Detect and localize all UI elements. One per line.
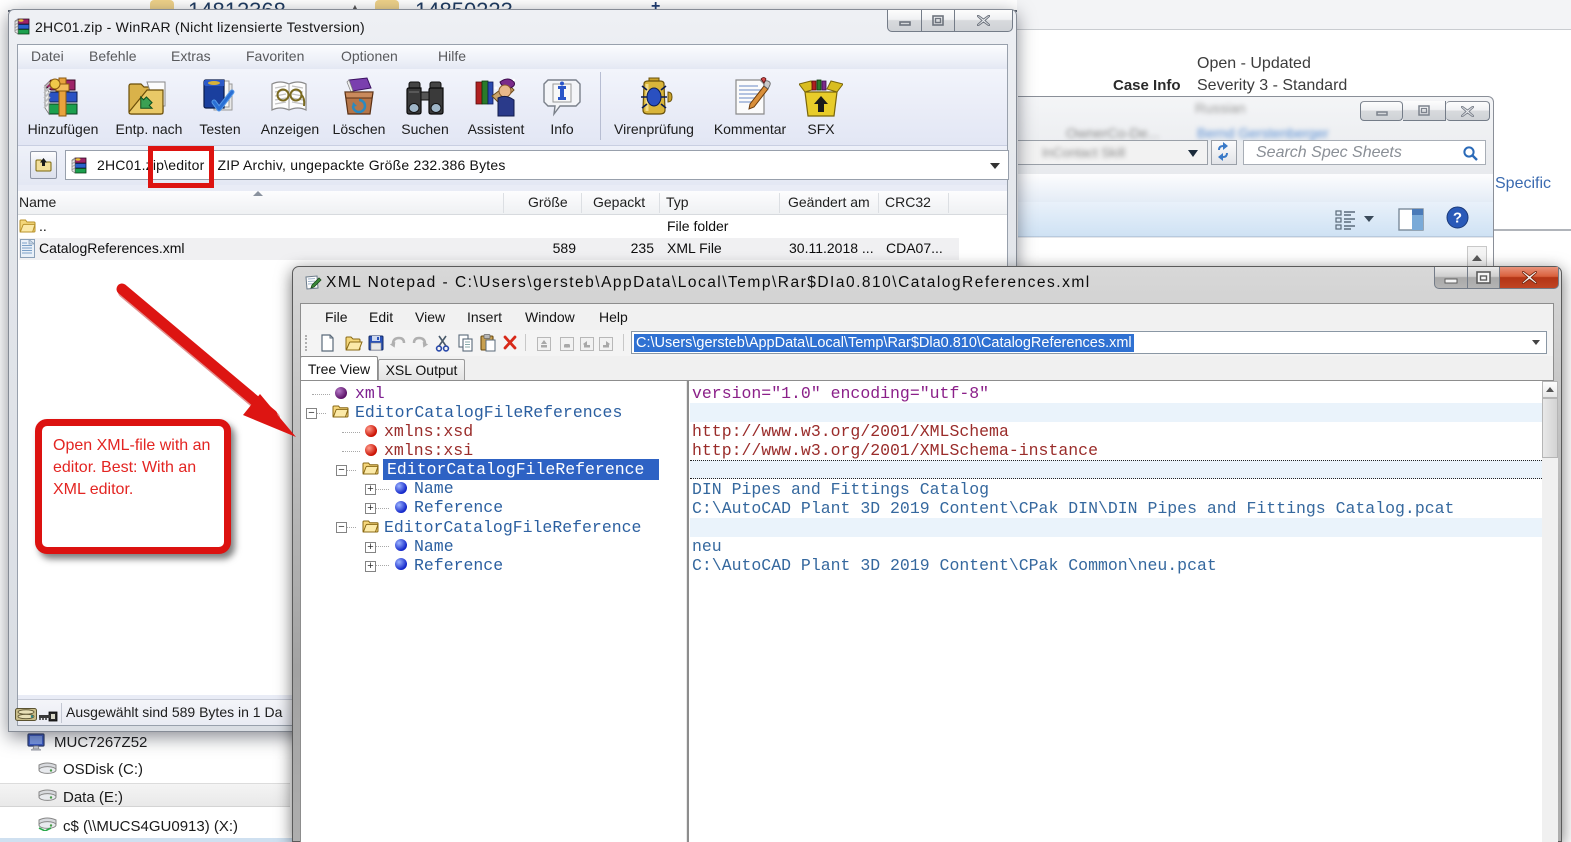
svg-text:?: ? bbox=[1453, 210, 1462, 227]
